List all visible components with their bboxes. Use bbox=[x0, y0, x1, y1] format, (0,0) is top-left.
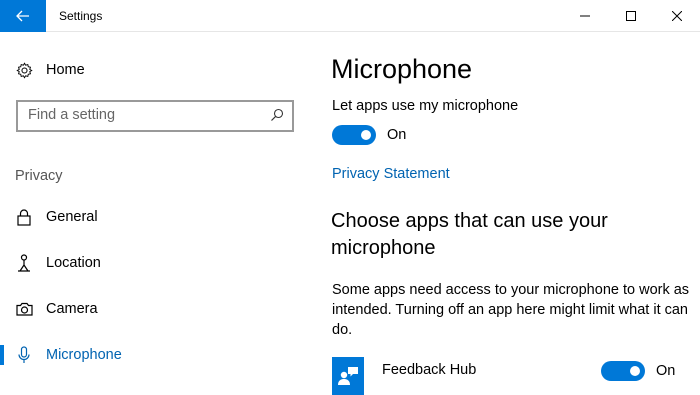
toggle-knob bbox=[361, 130, 371, 140]
main-content: Microphone Let apps use my microphone On… bbox=[310, 32, 700, 395]
app-toggle-row: On bbox=[601, 361, 675, 381]
sidebar: Home Privacy General Location bbox=[0, 32, 310, 395]
feedback-hub-toggle[interactable] bbox=[601, 361, 645, 381]
search-icon[interactable] bbox=[270, 108, 286, 124]
privacy-statement-link[interactable]: Privacy Statement bbox=[332, 166, 450, 182]
sidebar-item-label: General bbox=[46, 209, 98, 225]
feedback-hub-icon bbox=[332, 357, 364, 395]
master-microphone-toggle[interactable] bbox=[332, 125, 376, 145]
arrow-left-icon bbox=[16, 10, 29, 22]
window-title: Settings bbox=[59, 9, 103, 23]
page-title: Microphone bbox=[331, 54, 473, 84]
apps-description: Some apps need access to your microphone… bbox=[332, 282, 690, 338]
app-row-feedback-hub: Feedback Hub On bbox=[332, 357, 700, 395]
sidebar-item-label: Home bbox=[46, 62, 85, 78]
sidebar-item-location[interactable]: Location bbox=[0, 243, 310, 283]
active-indicator bbox=[0, 345, 4, 365]
sidebar-item-general[interactable]: General bbox=[0, 197, 310, 237]
gear-icon bbox=[15, 61, 33, 79]
apps-section-heading: Choose apps that can use your microphone bbox=[331, 210, 608, 259]
sidebar-item-microphone[interactable]: Microphone bbox=[0, 335, 310, 375]
close-icon bbox=[672, 11, 682, 21]
sidebar-item-home[interactable]: Home bbox=[0, 50, 310, 90]
maximize-button[interactable] bbox=[608, 0, 654, 32]
location-person-icon bbox=[15, 254, 33, 272]
master-toggle-row: On bbox=[332, 125, 406, 145]
toggle-state-label: On bbox=[387, 127, 407, 143]
toggle-knob bbox=[630, 366, 640, 376]
minimize-button[interactable] bbox=[562, 0, 608, 32]
minimize-icon bbox=[580, 15, 590, 17]
camera-icon bbox=[15, 300, 33, 318]
lock-icon bbox=[15, 208, 33, 226]
back-button[interactable] bbox=[0, 0, 46, 32]
maximize-icon bbox=[626, 11, 636, 21]
master-setting-label: Let apps use my microphone bbox=[332, 98, 519, 114]
sidebar-item-label: Microphone bbox=[46, 347, 122, 363]
search-box[interactable] bbox=[16, 100, 294, 132]
title-bar: Settings bbox=[0, 0, 700, 32]
microphone-icon bbox=[15, 346, 33, 364]
sidebar-item-camera[interactable]: Camera bbox=[0, 289, 310, 329]
sidebar-item-label: Camera bbox=[46, 301, 98, 317]
sidebar-item-label: Location bbox=[46, 255, 101, 271]
section-label-privacy: Privacy bbox=[15, 168, 63, 184]
search-input[interactable] bbox=[28, 107, 258, 123]
close-button[interactable] bbox=[654, 0, 700, 32]
app-name: Feedback Hub bbox=[382, 362, 477, 378]
toggle-state-label: On bbox=[656, 363, 676, 379]
